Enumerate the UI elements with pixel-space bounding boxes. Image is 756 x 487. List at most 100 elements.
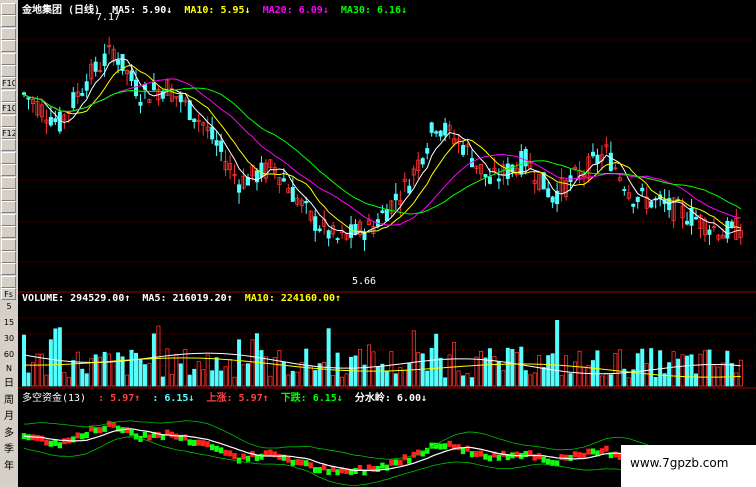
volume-bar [420,353,425,387]
volume-bar [129,349,134,387]
volume-bar [326,328,331,387]
indicator-block [169,431,175,438]
candle-body [93,61,98,72]
volume-bar [192,368,197,387]
toolbar-button-8[interactable] [1,89,16,102]
toolbar-button-7[interactable]: F10 [1,77,16,90]
volume-bar [608,374,613,387]
toolbar-button-10[interactable] [1,114,16,127]
toolbar-button-18[interactable] [1,213,16,226]
toolbar-button-19[interactable] [1,226,16,239]
volume-bar [281,361,286,387]
volume-bar [510,349,515,387]
volume-bar [461,375,466,387]
volume-bar [151,333,156,387]
toolbar-button-11[interactable]: F12 [1,127,16,139]
volume-bar [523,370,528,387]
indicator-block [572,451,578,458]
candle-body [349,224,354,238]
volume-tick-5: 5 [6,302,12,311]
toolbar-button-1[interactable] [1,3,16,15]
kline-chart[interactable] [18,0,756,487]
toolbar-button-22[interactable] [1,263,16,276]
volume-bar [375,366,380,387]
candle-body [510,164,515,173]
candle-body [635,196,640,202]
high-price-label: 7.17 [96,12,121,23]
candle-body [425,148,430,154]
period-button-5[interactable]: 季 [1,442,17,457]
volume-bar [219,370,224,387]
volume-bar [438,357,443,387]
volume-bar [676,358,681,387]
toolbar-button-15[interactable] [1,176,16,189]
toolbar-button-5[interactable] [1,52,16,65]
candle-body [102,53,107,66]
indicator-block [389,459,394,466]
low-price-label: 5.66 [352,276,377,287]
volume-header: VOLUME: 294529.00↑ MA5: 216019.20↑ MA10:… [22,293,347,304]
candle-body [438,130,443,137]
indicator-block [187,439,192,446]
ma5-label: MA5: 5.90↓ [112,5,173,16]
indicator-block [393,459,399,466]
period-button-4[interactable]: 多 [1,426,17,441]
volume-bar [245,363,250,387]
indicator-block [299,459,304,466]
toolbar-button-24[interactable]: Fs [1,288,16,301]
indicator-block [196,439,201,446]
period-button-3[interactable]: 月 [1,409,17,424]
indicator-block [541,456,546,463]
volume-bar [653,377,658,387]
volume-tick-30: 30 [3,334,15,343]
indicator-name: 多空资金(13) [22,393,87,404]
toolbar-button-21[interactable] [1,251,16,263]
indicator-watershed: 分水岭: 6.00↓ [354,393,428,404]
toolbar-button-4[interactable] [1,40,16,53]
toolbar-button-13[interactable] [1,151,16,164]
volume-bar [210,370,215,387]
indicator-block [469,451,475,458]
toolbar-button-14[interactable] [1,164,16,177]
toolbar-button-20[interactable] [1,238,16,251]
indicator-block [577,452,582,459]
toolbar-button-16[interactable] [1,189,16,201]
period-button-6[interactable]: 年 [1,459,17,474]
volume-bar [640,348,645,387]
indicator-block [478,450,484,457]
period-button-2[interactable]: 周 [1,393,17,408]
candle-body [326,230,331,239]
volume-bar [667,362,672,387]
volume-bar [57,327,62,387]
indicator-block [321,464,327,471]
indicator-block [514,451,519,458]
toolbar-button-6[interactable] [1,65,16,77]
candle-body [281,178,286,182]
indicator-block [57,442,63,449]
toolbar-button-3[interactable] [1,27,16,40]
indicator-block [308,462,313,469]
volume-bar [380,363,385,387]
toolbar-button-9[interactable]: F10 [1,102,16,115]
indicator-block [304,460,309,467]
indicator-block [407,457,412,464]
candle-body [84,81,89,91]
candle-body [214,140,219,146]
toolbar-button-17[interactable] [1,201,16,214]
candle-body [80,92,85,96]
indicator-block [232,453,237,460]
volume-bar [80,368,85,387]
toolbar-button-12[interactable] [1,139,16,152]
toolbar-button-23[interactable] [1,275,16,288]
indicator-value-2: : 6.15↓ [152,393,195,404]
volume-tick-15: 15 [3,318,15,327]
candle-body [219,140,224,152]
indicator-block [245,455,251,462]
candle-body [290,186,295,202]
indicator-block [599,448,605,455]
period-button-1[interactable]: 日 [1,376,17,391]
candle-body [487,176,492,184]
indicator-block [259,453,264,460]
indicator-header: 多空资金(13) : 5.97↑ : 6.15↓ 上涨: 5.97↑ 下跌: 6… [22,389,433,404]
toolbar-button-2[interactable] [1,15,16,28]
